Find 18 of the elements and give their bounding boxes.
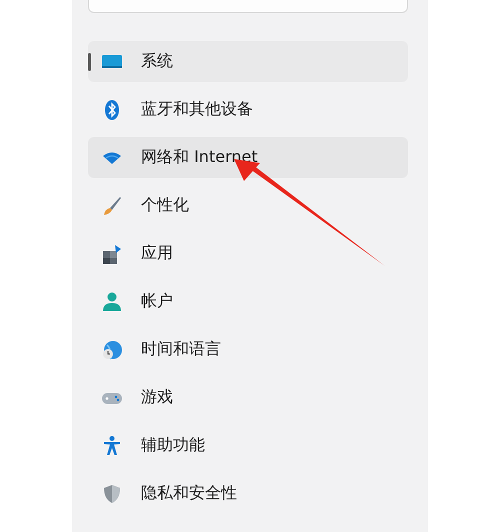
shield-icon — [101, 482, 123, 504]
sidebar-item[interactable]: 应用 — [88, 233, 408, 274]
sidebar-item[interactable]: 蓝牙和其他设备 — [88, 89, 408, 130]
selection-indicator — [88, 53, 91, 71]
sidebar-item[interactable]: 时间和语言 — [88, 329, 408, 370]
globe-clock-icon — [101, 338, 123, 360]
brush-icon — [101, 194, 123, 216]
sidebar-item[interactable]: 隐私和安全性 — [88, 473, 408, 514]
person-icon — [101, 290, 123, 312]
sidebar-item[interactable]: 游戏 — [88, 377, 408, 418]
search-field[interactable] — [88, 0, 408, 13]
sidebar-item[interactable]: 帐户 — [88, 281, 408, 322]
sidebar-item[interactable]: 个性化 — [88, 185, 408, 226]
sidebar-item[interactable]: 系统 — [88, 41, 408, 82]
sidebar-item[interactable]: 网络和 Internet — [88, 137, 408, 178]
apps-icon — [101, 242, 123, 264]
accessibility-icon — [101, 434, 123, 456]
sidebar-item[interactable]: 辅助功能 — [88, 425, 408, 466]
